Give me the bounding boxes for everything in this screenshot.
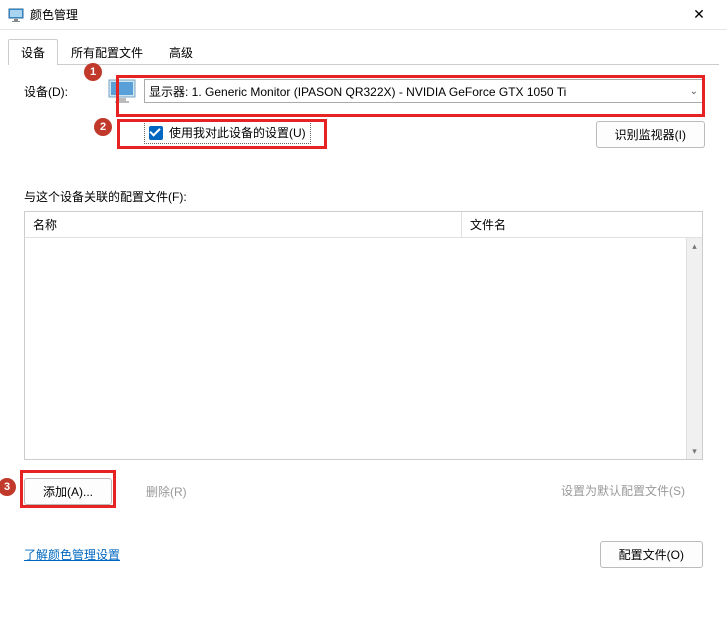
add-button[interactable]: 添加(A)... [24, 478, 112, 505]
use-settings-label: 使用我对此设备的设置(U) [169, 124, 306, 141]
device-dropdown[interactable]: 显示器: 1. Generic Monitor (IPASON QR322X) … [144, 79, 703, 103]
profiles-section-label: 与这个设备关联的配置文件(F): [24, 188, 703, 205]
use-settings-checkbox-wrap[interactable]: 使用我对此设备的设置(U) [144, 121, 311, 144]
device-row: 设备(D): 显示器: 1. Generic Monitor (IPASON Q… [24, 79, 703, 103]
tab-strip: 设备 所有配置文件 高级 [8, 38, 719, 65]
table-header: 名称 文件名 [24, 211, 703, 238]
checkbox-checked-icon [149, 126, 163, 140]
vertical-scrollbar[interactable]: ▴ ▾ [686, 238, 702, 459]
chevron-down-icon: ⌄ [690, 86, 698, 97]
tab-advanced[interactable]: 高级 [156, 39, 206, 65]
scroll-up-icon[interactable]: ▴ [687, 238, 702, 254]
col-header-file[interactable]: 文件名 [462, 212, 702, 237]
window-title: 颜色管理 [30, 6, 679, 23]
titlebar: 颜色管理 ✕ [0, 0, 727, 30]
device-label: 设备(D): [24, 83, 94, 100]
close-button[interactable]: ✕ [679, 6, 719, 23]
table-body: ▴ ▾ [24, 238, 703, 460]
tab-all-profiles[interactable]: 所有配置文件 [58, 39, 156, 65]
col-header-name[interactable]: 名称 [25, 212, 462, 237]
scroll-down-icon[interactable]: ▾ [687, 443, 702, 459]
set-default-button: 设置为默认配置文件(S) [543, 478, 703, 505]
footer-row: 了解颜色管理设置 配置文件(O) [24, 541, 703, 568]
monitor-large-icon [108, 79, 136, 103]
tab-device[interactable]: 设备 [8, 39, 58, 65]
profile-file-button[interactable]: 配置文件(O) [600, 541, 703, 568]
remove-button: 删除(R) [128, 479, 205, 504]
learn-link[interactable]: 了解颜色管理设置 [24, 546, 120, 563]
identify-monitor-button[interactable]: 识别监视器(I) [596, 121, 705, 148]
annotation-badge-1: 1 [84, 63, 102, 81]
monitor-icon [8, 7, 24, 23]
profile-buttons-row: 添加(A)... 删除(R) 设置为默认配置文件(S) 3 [24, 478, 703, 505]
annotation-badge-2: 2 [94, 118, 112, 136]
annotation-badge-3: 3 [0, 478, 16, 496]
device-selected-value: 显示器: 1. Generic Monitor (IPASON QR322X) … [149, 83, 566, 100]
